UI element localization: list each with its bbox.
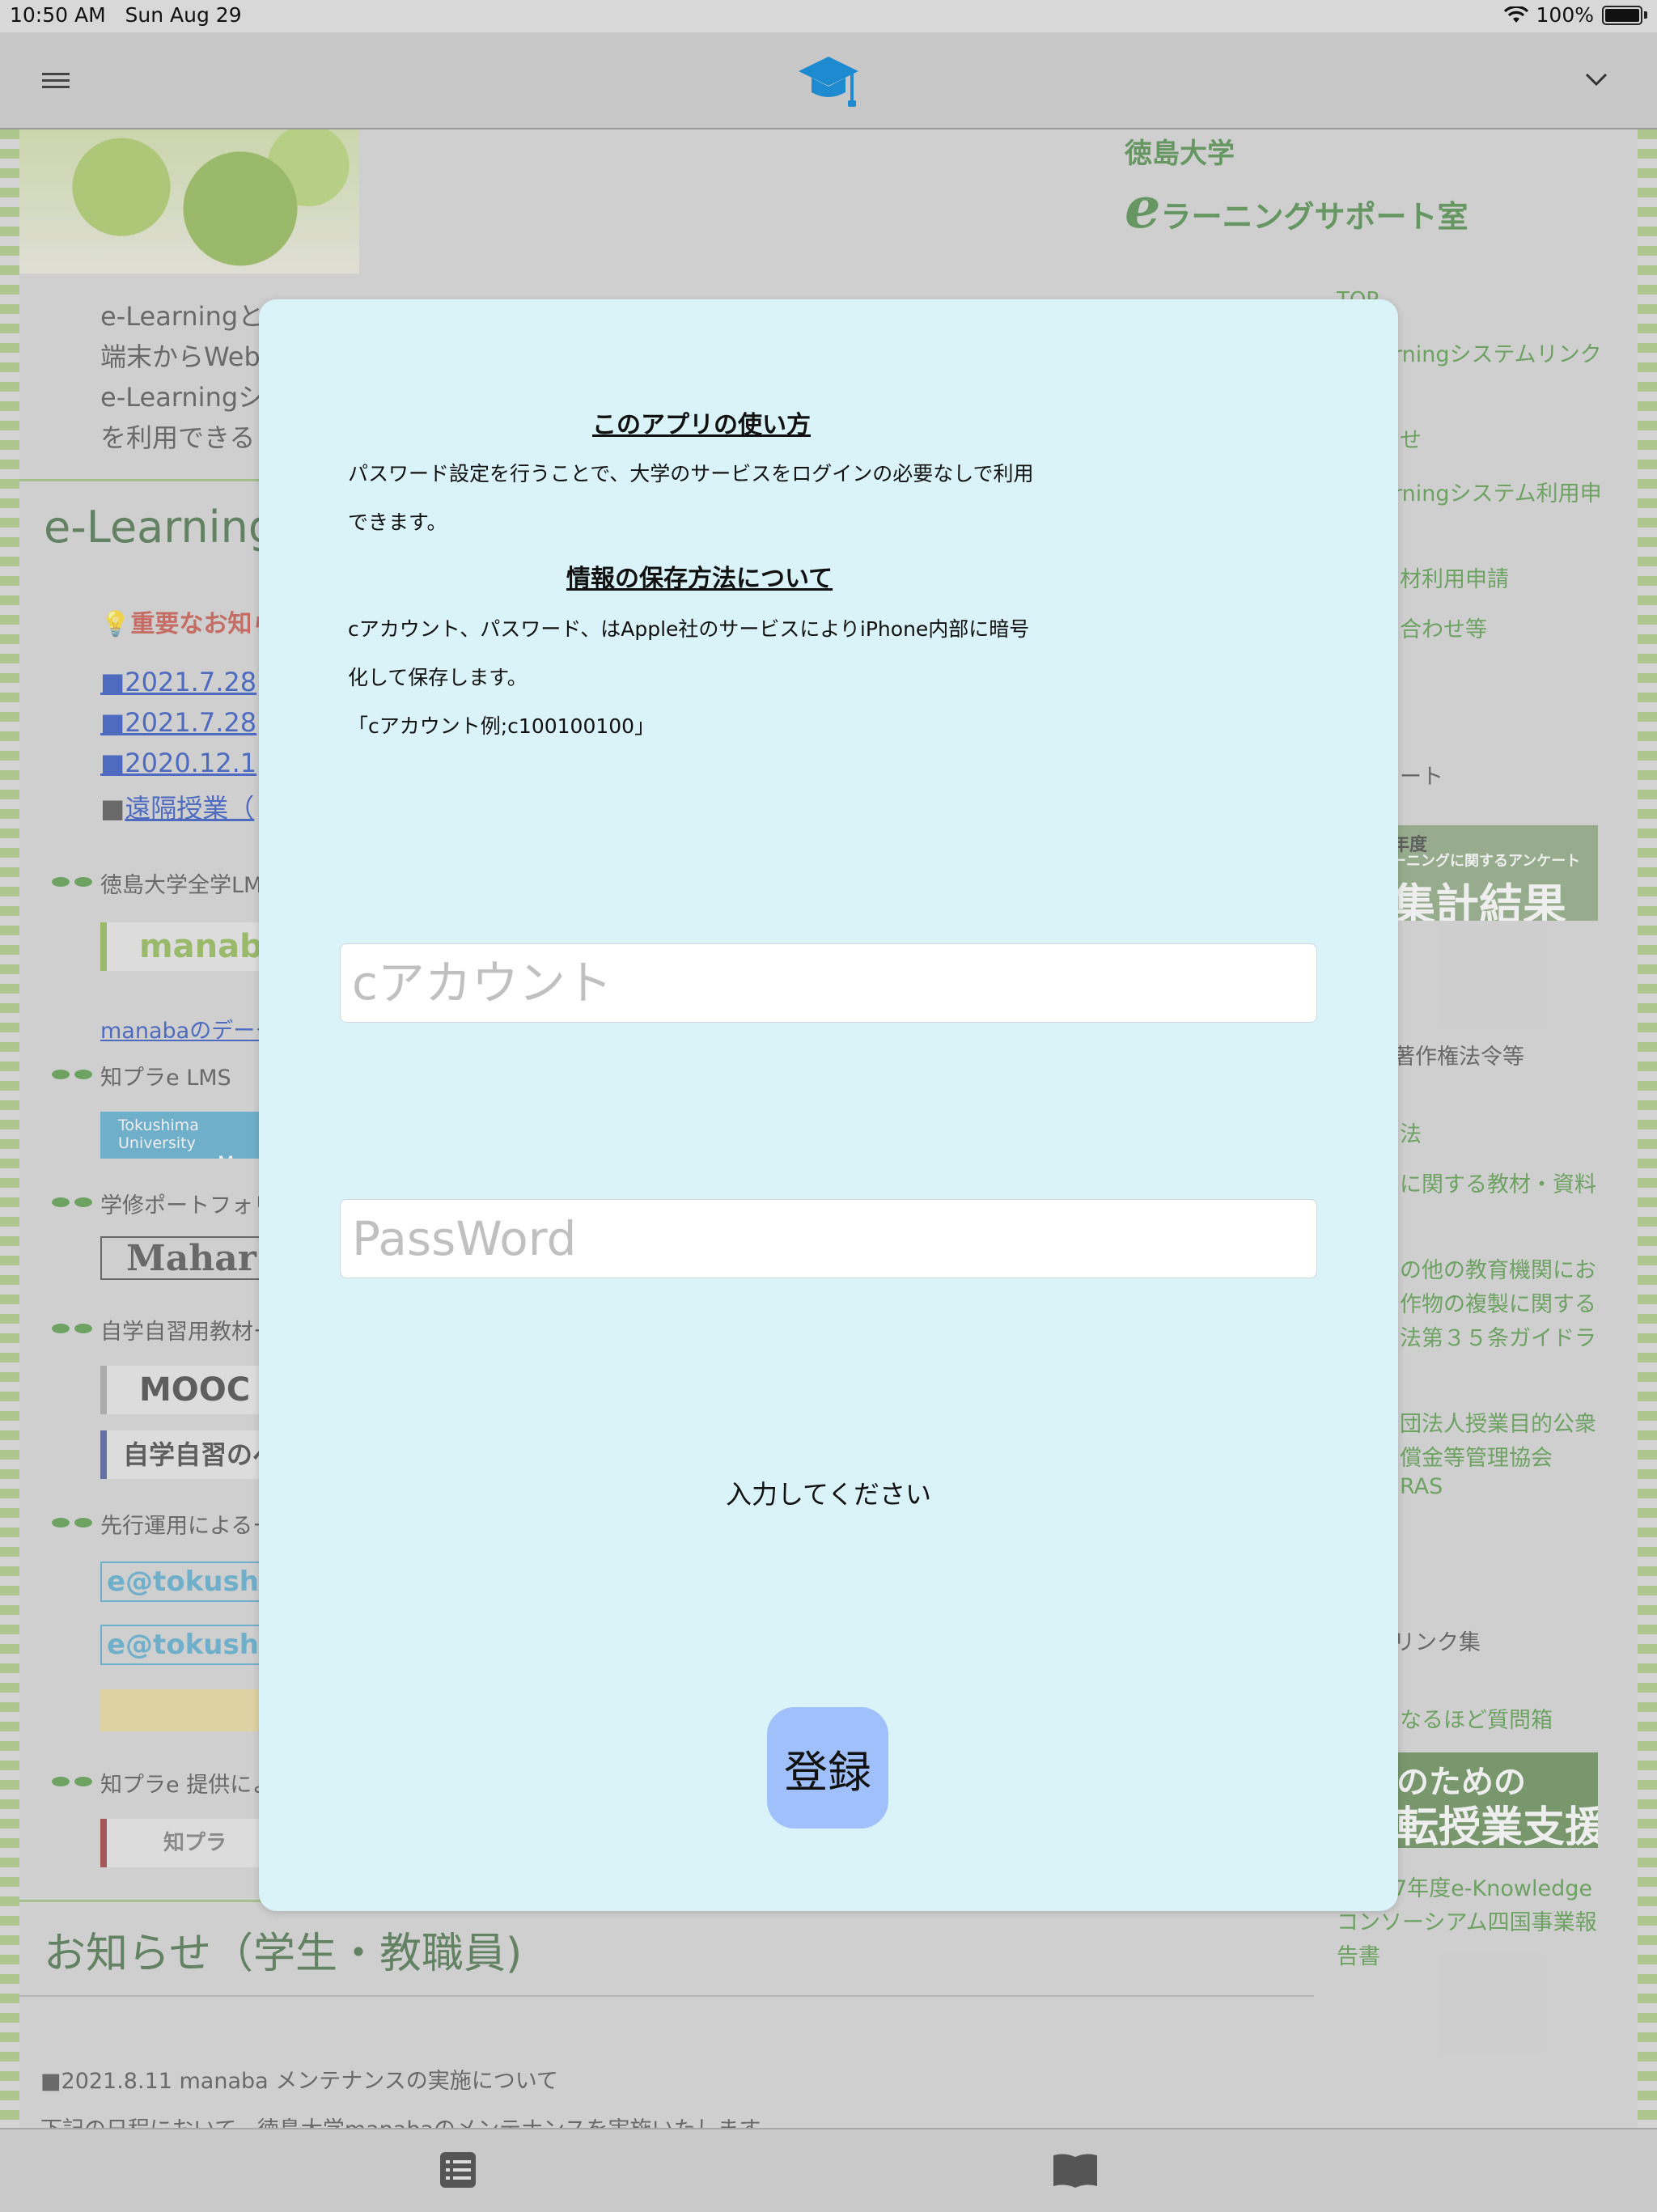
book-icon[interactable] bbox=[1052, 2151, 1099, 2189]
password-input[interactable] bbox=[340, 1199, 1317, 1278]
register-button[interactable]: 登録 bbox=[767, 1707, 888, 1829]
chevron-down-icon[interactable] bbox=[1582, 65, 1611, 94]
list-icon[interactable] bbox=[439, 2151, 477, 2189]
status-bar: 10:50 AM Sun Aug 29 100% bbox=[0, 0, 1657, 32]
graduation-cap-icon bbox=[799, 57, 858, 107]
usage-title: このアプリの使い方 bbox=[592, 411, 811, 439]
battery-icon bbox=[1602, 5, 1642, 25]
storage-title: 情報の保存方法について bbox=[566, 565, 833, 593]
usage-text: できます。 bbox=[348, 511, 447, 534]
storage-text: cアカウント、パスワード、はApple社のサービスによりiPhone内部に暗号 bbox=[348, 617, 1030, 641]
input-prompt: 入力してください bbox=[725, 1479, 932, 1510]
storage-text: 化して保存します。 bbox=[348, 666, 528, 689]
status-right: 100% bbox=[1503, 3, 1647, 27]
wifi-icon bbox=[1503, 6, 1528, 23]
battery-tip bbox=[1644, 11, 1647, 19]
account-example: 「cアカウント例;c100100100」 bbox=[348, 714, 655, 738]
registration-modal: このアプリの使い方 パスワード設定を行うことで、大学のサービスをログインの必要な… bbox=[259, 299, 1398, 1911]
clock: 10:50 AM bbox=[10, 3, 106, 27]
usage-text: パスワード設定を行うことで、大学のサービスをログインの必要なしで利用 bbox=[348, 462, 1034, 485]
account-input[interactable] bbox=[340, 943, 1317, 1023]
battery-percent: 100% bbox=[1536, 3, 1594, 27]
status-time: 10:50 AM Sun Aug 29 bbox=[10, 3, 242, 27]
date: Sun Aug 29 bbox=[125, 3, 242, 27]
tab-bar bbox=[0, 2128, 1657, 2212]
hamburger-icon[interactable] bbox=[42, 73, 70, 92]
app-header bbox=[0, 32, 1657, 129]
